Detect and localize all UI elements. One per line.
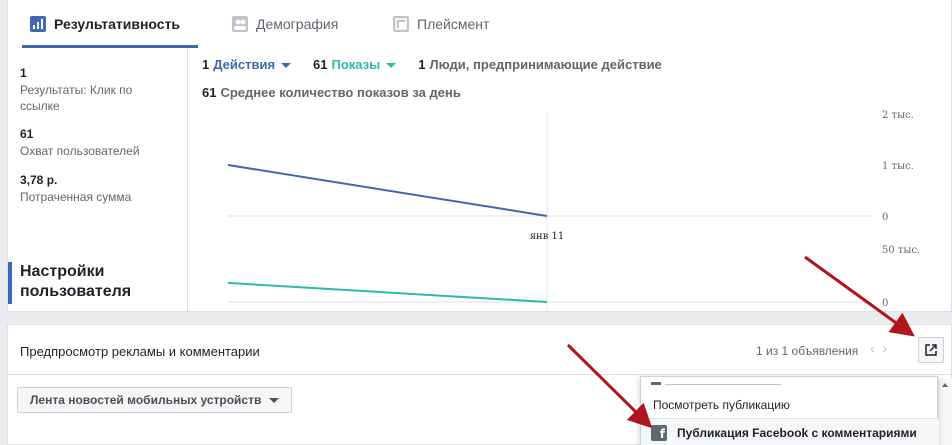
insights-panel: Результативность Демография Плейсмент 1 … xyxy=(7,0,952,312)
external-link-icon xyxy=(925,344,937,356)
y-tick-label: 0 xyxy=(882,298,888,309)
metric-value: 1 xyxy=(20,66,27,80)
prev-ad-button[interactable]: ‹ xyxy=(870,340,875,356)
tab-demographics[interactable]: Демография xyxy=(232,0,338,48)
metric-value: 61 xyxy=(20,127,34,141)
tab-placement[interactable]: Плейсмент xyxy=(393,0,489,48)
ad-counter: 1 из 1 объявления xyxy=(756,344,859,358)
open-external-button[interactable] xyxy=(918,337,944,363)
menu-item-label: Публикация Facebook с комментариями xyxy=(677,425,917,440)
metric-spend[interactable]: 3,78 р. Потраченная сумма xyxy=(20,173,180,205)
metric-value: 3,78 р. xyxy=(20,173,58,187)
menu-item-facebook-post[interactable]: f Публикация Facebook с комментариями xyxy=(641,419,939,445)
tab-label: Результативность xyxy=(54,16,181,32)
tab-label: Плейсмент xyxy=(417,16,490,32)
y-tick-label: 0 xyxy=(882,212,888,223)
next-ad-button[interactable]: › xyxy=(882,340,887,356)
tabs-bar: Результативность Демография Плейсмент xyxy=(8,0,952,48)
tab-performance[interactable]: Результативность xyxy=(22,0,198,48)
line-charts: 2 тыс. 1 тыс. 0 50 тыс. 0 янв 11 xyxy=(227,110,920,312)
chevron-down-icon xyxy=(269,397,280,403)
y-tick-label: 2 тыс. xyxy=(882,110,914,121)
facebook-icon: f xyxy=(651,424,667,441)
y-tick-label: 1 тыс. xyxy=(882,161,914,172)
metric-results[interactable]: 1 Результаты: Клик по ссылке xyxy=(20,66,180,114)
placement-dropdown-label: Лента новостей мобильных устройств xyxy=(30,393,262,407)
view-post-menu: Посмотреть публикацию f Публикация Faceb… xyxy=(640,376,939,445)
metric-label: Потраченная сумма xyxy=(20,190,132,204)
placement-dropdown[interactable]: Лента новостей мобильных устройств xyxy=(17,387,293,413)
series-line xyxy=(227,281,548,303)
menu-header: Посмотреть публикацию xyxy=(653,398,790,412)
ad-pager: ‹ › xyxy=(870,340,887,356)
x-tick-label: янв 11 xyxy=(530,231,565,242)
user-settings-link[interactable]: Настройки пользователя xyxy=(8,262,158,304)
preview-header: Предпросмотр рекламы и комментарии 1 из … xyxy=(8,325,952,375)
metrics-sidebar: 1 Результаты: Клик по ссылке 61 Охват по… xyxy=(8,48,188,312)
preview-title: Предпросмотр рекламы и комментарии xyxy=(20,344,260,359)
metric-label: Результаты: Клик по ссылке xyxy=(20,83,133,113)
popup-scrollbar[interactable] xyxy=(938,378,952,445)
menu-cut-off-item xyxy=(651,377,791,385)
metric-reach[interactable]: 61 Охват пользователей xyxy=(20,127,180,159)
metric-label: Охват пользователей xyxy=(20,144,140,158)
tab-label: Демография xyxy=(256,16,339,32)
people-icon xyxy=(232,16,248,32)
chart-area: 1 Действия 61 Показы 1 Люди, предпринимающи… xyxy=(188,48,952,312)
bar-chart-icon xyxy=(30,16,46,32)
placement-icon xyxy=(393,16,409,32)
series-line xyxy=(227,164,548,217)
y-tick-label: 50 тыс. xyxy=(882,245,920,256)
